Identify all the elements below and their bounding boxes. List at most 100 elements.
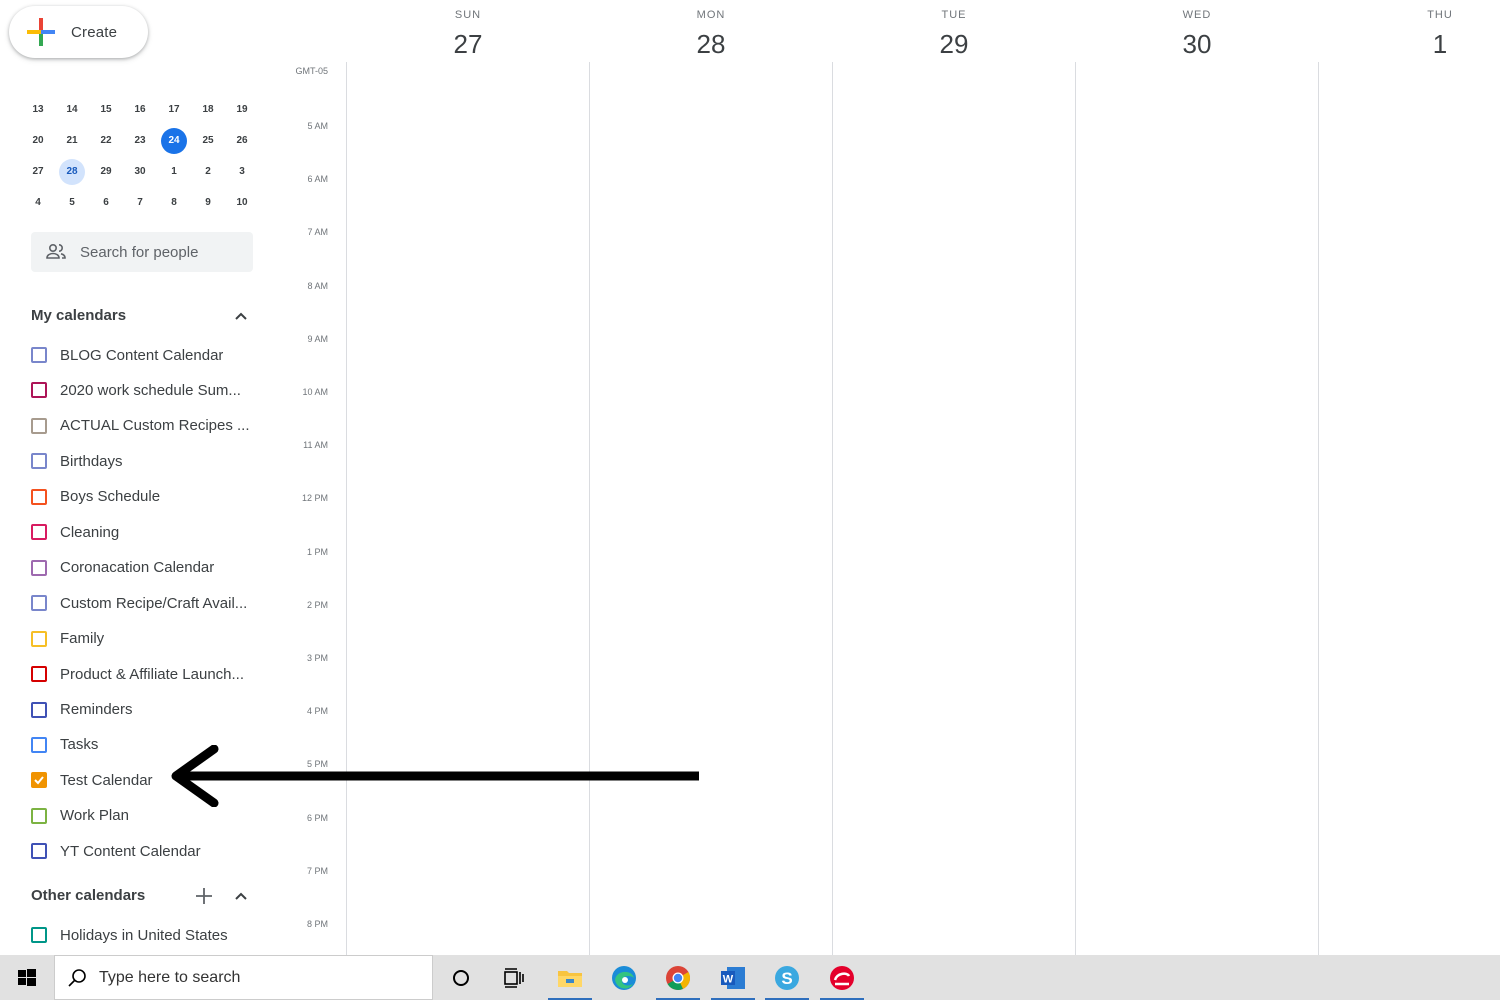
calendar-item[interactable]: BLOG Content Calendar [31, 340, 261, 370]
calendar-item[interactable]: 2020 work schedule Sum... [31, 375, 261, 405]
calendar-item[interactable]: Boys Schedule [31, 482, 261, 512]
mini-calendar-day[interactable]: 27 [21, 158, 55, 186]
checkbox-icon[interactable] [31, 630, 47, 647]
calendar-item[interactable]: Coronacation Calendar [31, 553, 261, 583]
chevron-up-icon[interactable] [231, 306, 251, 326]
mini-calendar-day[interactable]: 20 [21, 127, 55, 155]
mini-calendar-day[interactable]: 28 [55, 158, 89, 186]
day-number[interactable]: 1 [1380, 29, 1500, 60]
word-icon[interactable]: W [711, 955, 755, 1000]
checkbox-icon[interactable] [31, 927, 47, 943]
file-explorer-icon[interactable] [548, 955, 592, 1000]
calendar-item[interactable]: Custom Recipe/Craft Avail... [31, 588, 261, 618]
mini-calendar-day[interactable]: 17 [157, 96, 191, 124]
snagit-icon[interactable]: S [765, 955, 809, 1000]
mini-calendar-day-number: 9 [205, 197, 211, 208]
mini-calendar-day[interactable]: 21 [55, 127, 89, 155]
mini-calendar-day-number: 29 [100, 166, 112, 177]
checkbox-icon[interactable] [31, 807, 47, 824]
mini-calendar-day-number: 8 [171, 197, 177, 208]
hour-label: 2 PM [306, 600, 328, 610]
mini-calendar-day[interactable]: 13 [21, 96, 55, 124]
mini-calendar-day[interactable]: 22 [89, 127, 123, 155]
day-number[interactable]: 29 [894, 29, 1014, 60]
checkbox-checked-icon[interactable] [31, 772, 47, 789]
checkbox-icon[interactable] [31, 347, 47, 363]
search-people-input[interactable]: Search for people [31, 232, 253, 272]
checkbox-icon[interactable] [31, 736, 47, 753]
mini-calendar: 13 14 15 16 17 18 19 20 21 22 23 24 25 26 27 28 29 30 1 2 3 4… [21, 94, 259, 218]
day-number[interactable]: 30 [1137, 29, 1257, 60]
mini-calendar-day-number: 24 [161, 127, 187, 154]
mini-calendar-day[interactable]: 8 [157, 189, 191, 217]
checkbox-icon[interactable] [31, 382, 47, 399]
mini-calendar-day[interactable]: 6 [89, 189, 123, 217]
mini-calendar-day-number: 13 [32, 104, 44, 115]
day-header: TUE 29 [894, 0, 1014, 60]
checkbox-icon[interactable] [31, 701, 47, 718]
search-icon [67, 968, 87, 988]
checkbox-icon[interactable] [31, 524, 47, 541]
mini-calendar-day[interactable]: 9 [191, 189, 225, 217]
windows-taskbar: Type here to search W S [0, 955, 1500, 1000]
create-button[interactable]: Create [9, 6, 148, 58]
mini-calendar-day[interactable]: 23 [123, 127, 157, 155]
calendar-item[interactable]: Product & Affiliate Launch... [31, 659, 261, 689]
calendar-item[interactable]: Cleaning [31, 517, 261, 547]
mini-calendar-day[interactable]: 3 [225, 158, 259, 186]
mini-calendar-day[interactable]: 14 [55, 96, 89, 124]
mini-calendar-day[interactable]: 18 [191, 96, 225, 124]
mini-calendar-day[interactable]: 25 [191, 127, 225, 155]
checkbox-icon[interactable] [31, 417, 47, 434]
cortana-icon[interactable] [439, 955, 483, 1000]
mini-calendar-day[interactable]: 24 [157, 127, 191, 155]
mini-calendar-day[interactable]: 29 [89, 158, 123, 186]
day-column-divider [1318, 62, 1319, 955]
checkbox-icon[interactable] [31, 595, 47, 612]
mini-calendar-day[interactable]: 1 [157, 158, 191, 186]
mini-calendar-day[interactable]: 15 [89, 96, 123, 124]
mini-calendar-day[interactable]: 30 [123, 158, 157, 186]
mini-calendar-day[interactable]: 7 [123, 189, 157, 217]
calendar-item[interactable]: Holidays in United States [31, 920, 261, 950]
my-calendars-heading: My calendars [31, 307, 127, 324]
mini-calendar-day-number: 17 [168, 104, 180, 115]
checkbox-icon[interactable] [31, 666, 47, 683]
mini-calendar-week: 27 28 29 30 1 2 3 [21, 156, 259, 187]
mini-calendar-day[interactable]: 19 [225, 96, 259, 124]
calendar-item-label: Test Calendar [60, 771, 153, 789]
calendar-item[interactable]: YT Content Calendar [31, 836, 261, 866]
calendar-item[interactable]: Family [31, 624, 261, 654]
checkbox-icon[interactable] [31, 453, 47, 470]
mini-calendar-day[interactable]: 4 [21, 189, 55, 217]
mini-calendar-day[interactable]: 10 [225, 189, 259, 217]
mini-calendar-day[interactable]: 5 [55, 189, 89, 217]
other-calendars-heading: Other calendars [31, 887, 146, 904]
calendar-item-label: Coronacation Calendar [60, 559, 215, 577]
mini-calendar-day[interactable]: 2 [191, 158, 225, 186]
day-number[interactable]: 28 [651, 29, 771, 60]
calendar-item[interactable]: Reminders [31, 695, 261, 725]
day-number[interactable]: 27 [408, 29, 528, 60]
task-view-icon[interactable] [492, 955, 536, 1000]
mini-calendar-day-number: 14 [66, 104, 78, 115]
calendar-item[interactable]: Birthdays [31, 446, 261, 476]
trend-micro-icon[interactable] [820, 955, 864, 1000]
calendar-item-label: Tasks [60, 736, 99, 754]
add-icon[interactable] [194, 886, 214, 906]
chevron-up-icon[interactable] [231, 886, 251, 906]
windows-start-icon[interactable] [5, 955, 49, 1000]
mini-calendar-day[interactable]: 26 [225, 127, 259, 155]
search-people-placeholder: Search for people [80, 243, 199, 261]
create-label: Create [71, 23, 118, 41]
checkbox-icon[interactable] [31, 843, 47, 860]
chrome-icon[interactable] [656, 955, 700, 1000]
hour-label: 1 PM [306, 547, 328, 557]
taskbar-search-input[interactable]: Type here to search [54, 955, 433, 1000]
checkbox-icon[interactable] [31, 488, 47, 505]
calendar-item-label: Custom Recipe/Craft Avail... [60, 594, 248, 612]
edge-icon[interactable] [602, 955, 646, 1000]
checkbox-icon[interactable] [31, 559, 47, 576]
calendar-item[interactable]: ACTUAL Custom Recipes ... [31, 411, 261, 441]
mini-calendar-day[interactable]: 16 [123, 96, 157, 124]
